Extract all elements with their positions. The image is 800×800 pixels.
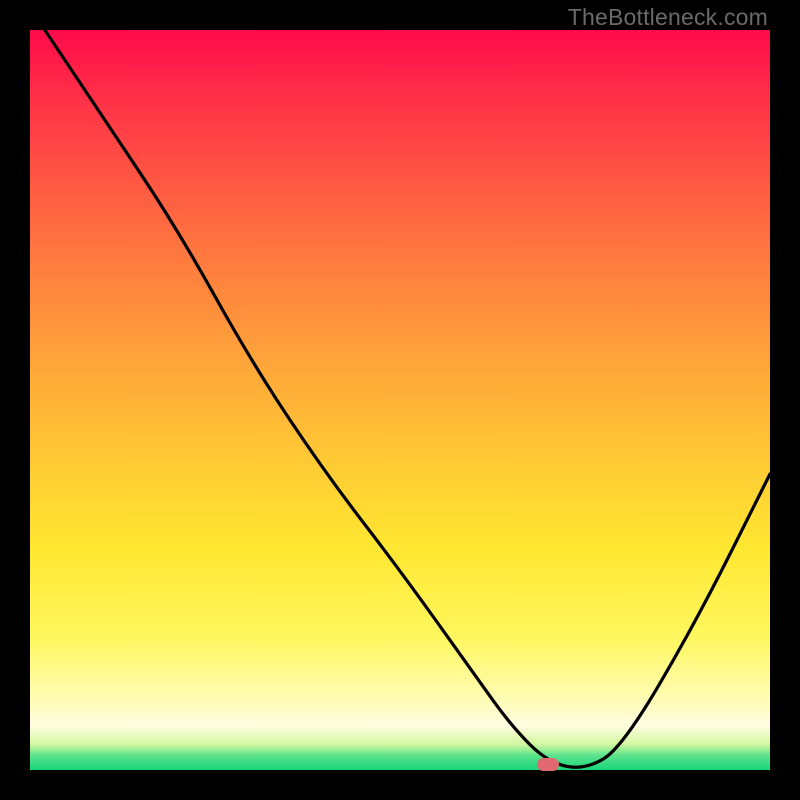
optimal-marker [537,758,559,771]
plot-area [30,30,770,770]
bottleneck-curve [30,30,770,770]
curve-path [45,30,770,767]
watermark-label: TheBottleneck.com [568,4,768,31]
chart-frame: TheBottleneck.com [0,0,800,800]
